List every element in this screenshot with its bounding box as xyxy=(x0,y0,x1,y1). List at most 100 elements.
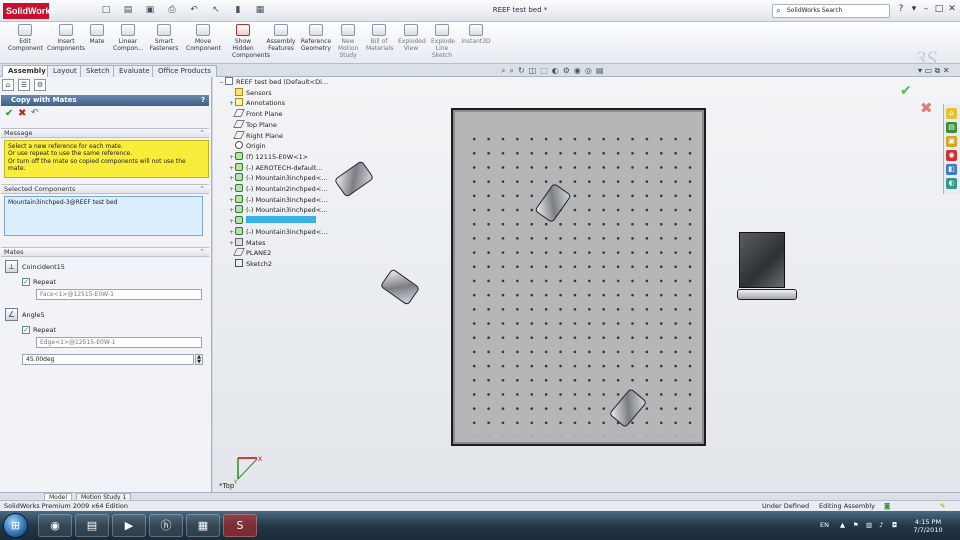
maximize-button[interactable]: □ xyxy=(933,4,945,14)
mates-header[interactable]: Mates ⌃ xyxy=(1,247,209,257)
tray-app-icon[interactable]: ◘ xyxy=(892,521,897,529)
bom-button[interactable]: Bill of Materials xyxy=(366,24,394,52)
resources-icon[interactable]: ⌂ xyxy=(946,108,957,119)
solidworks-logo[interactable]: SolidWorks xyxy=(3,3,55,19)
tree-item[interactable]: + (-) Mountain3inchped<... xyxy=(229,226,327,237)
help-icon[interactable]: ? xyxy=(201,95,205,106)
select-icon[interactable]: ↖ xyxy=(210,5,222,15)
show-hidden-button[interactable]: Show Hidden Components xyxy=(232,24,270,59)
tray-arrow-icon[interactable]: ▲ xyxy=(840,521,845,529)
property-manager-icon[interactable]: ☰ xyxy=(18,79,30,91)
network-tray-icon[interactable]: ▥ xyxy=(866,521,872,529)
angle-spinner[interactable]: ▲ ▼ xyxy=(195,354,203,365)
rebuild-status-icon[interactable]: ◙ xyxy=(884,501,890,511)
quick-tips-icon[interactable]: ✎ xyxy=(940,501,945,511)
clock[interactable]: 4:15 PM 7/7/2010 xyxy=(908,518,948,534)
ie-icon[interactable]: ◉ xyxy=(38,514,72,537)
undo-icon[interactable]: ↶ xyxy=(31,108,39,118)
solidworks-icon[interactable]: S xyxy=(223,514,257,537)
design-library-icon[interactable]: ▤ xyxy=(946,122,957,133)
hp-icon[interactable]: ⓗ xyxy=(149,514,183,537)
tree-item[interactable]: Top Plane xyxy=(229,119,277,130)
confirm-cancel-icon[interactable]: ✖ xyxy=(920,99,933,117)
network-icon[interactable]: ▦ xyxy=(186,514,220,537)
minimize-button[interactable]: – xyxy=(920,4,932,14)
mate-reference-field[interactable]: Face<1>@12515-E0W-1 xyxy=(36,289,202,300)
cancel-x-icon[interactable]: ✖ xyxy=(18,108,26,119)
tree-item[interactable]: + (-) AEROTECH-default... xyxy=(229,162,323,173)
coincident-mate-icon[interactable]: ⟂ xyxy=(5,260,18,273)
mount-component[interactable] xyxy=(379,268,421,306)
new-document-icon[interactable]: □ xyxy=(100,5,112,15)
tab-assembly[interactable]: Assembly xyxy=(2,65,52,77)
help-dropdown-icon[interactable]: ▾ xyxy=(908,4,920,14)
edit-component-button[interactable]: Edit Component xyxy=(8,24,43,52)
collapse-icon[interactable]: ⌃ xyxy=(199,185,205,194)
instant3d-button[interactable]: Instant3D xyxy=(461,24,491,45)
message-header[interactable]: Message ⌃ xyxy=(1,128,209,138)
appearances-icon[interactable]: ◐ xyxy=(946,178,957,189)
tree-item[interactable]: + (-) Mountain3inchped<... xyxy=(229,173,327,183)
exploded-view-button[interactable]: Exploded View xyxy=(398,24,426,52)
tree-item[interactable]: + (f) 12115-E0W<1> xyxy=(229,151,308,162)
tree-item[interactable]: + (-) Mountain2inchped<... xyxy=(229,184,327,194)
mate-reference-field[interactable]: Edge<1>@12515-E0W-1 xyxy=(36,337,202,348)
move-component-button[interactable]: Move Component xyxy=(186,24,221,52)
selected-components-list[interactable]: Mountain3inchped-3@REEF test bed xyxy=(4,196,203,236)
graphics-area[interactable]: ⌕⌕↻◫⬚◐⚙◉◎▤ − REEF test bed (Default<Di...… xyxy=(213,66,960,492)
tree-item[interactable]: Sensors xyxy=(229,87,272,98)
aerotech-stage-component[interactable] xyxy=(739,232,785,288)
tab-evaluate[interactable]: Evaluate xyxy=(113,65,156,77)
tree-item[interactable]: Right Plane xyxy=(229,130,283,141)
start-button[interactable]: ⊞ xyxy=(3,513,28,538)
tree-item[interactable]: Front Plane xyxy=(229,109,282,119)
tree-item[interactable]: + (-) Mountain3inchped<... xyxy=(229,194,327,205)
collapse-icon[interactable]: ⌃ xyxy=(199,248,205,257)
tree-item[interactable]: Sketch2 xyxy=(229,258,272,269)
mount-component[interactable] xyxy=(333,160,375,198)
smart-fasteners-button[interactable]: Smart Fasteners xyxy=(148,24,180,52)
tree-item[interactable]: + Mates xyxy=(229,237,266,248)
media-player-icon[interactable]: ▶ xyxy=(112,514,146,537)
angle-value-field[interactable]: 45.00deg xyxy=(22,354,194,365)
search-results-icon[interactable]: ◉ xyxy=(946,150,957,161)
help-icon[interactable]: ? xyxy=(895,4,907,14)
angle-mate-icon[interactable]: ∠ xyxy=(5,308,18,321)
linear-pattern-button[interactable]: Linear Compon... xyxy=(113,24,144,52)
options-icon[interactable]: ▦ xyxy=(254,5,266,15)
tab-sketch[interactable]: Sketch xyxy=(80,65,116,77)
open-icon[interactable]: ▤ xyxy=(122,5,134,15)
tab-office-products[interactable]: Office Products xyxy=(152,65,217,77)
print-icon[interactable]: ⎙ xyxy=(166,5,178,15)
close-button[interactable]: ✕ xyxy=(946,4,958,14)
language-indicator[interactable]: EN xyxy=(820,521,829,529)
tree-item[interactable]: PLANE2 xyxy=(229,248,271,258)
save-icon[interactable]: ▣ xyxy=(144,5,156,15)
heads-up-view-toolbar[interactable]: ⌕⌕↻◫⬚◐⚙◉◎▤ xyxy=(501,66,607,76)
mate-button[interactable]: Mate xyxy=(87,24,107,45)
confirm-ok-icon[interactable]: ✔ xyxy=(900,83,912,99)
viewport-window-controls-icon[interactable]: ▾ ▭ ⧉ ✕ xyxy=(918,66,950,76)
view-palette-icon[interactable]: ◧ xyxy=(946,164,957,175)
stage-actuator-component[interactable] xyxy=(737,289,797,300)
repeat-checkbox[interactable]: ✓ xyxy=(22,326,30,334)
file-explorer-icon[interactable]: ▣ xyxy=(946,136,957,147)
motion-study-button[interactable]: New Motion Study xyxy=(338,24,358,59)
tree-item[interactable]: − REEF test bed (Default<Di... xyxy=(219,77,328,87)
repeat-checkbox[interactable]: ✓ xyxy=(22,278,30,286)
tree-item[interactable]: + xyxy=(229,216,316,226)
reference-geometry-button[interactable]: Reference Geometry xyxy=(300,24,332,52)
tree-item[interactable]: + (-) Mountain3inchped<... xyxy=(229,205,327,215)
list-item[interactable]: Mountain3inchped-3@REEF test bed xyxy=(8,199,199,206)
explode-line-button[interactable]: Explode Line Sketch xyxy=(431,24,455,59)
flag-icon[interactable]: ⚑ xyxy=(853,521,859,529)
collapse-icon[interactable]: ⌃ xyxy=(199,129,205,138)
selected-components-header[interactable]: Selected Components ⌃ xyxy=(1,184,209,194)
config-manager-icon[interactable]: ⚙ xyxy=(34,79,46,91)
explorer-icon[interactable]: ▤ xyxy=(75,514,109,537)
breadboard-plate[interactable] xyxy=(451,108,706,446)
ok-check-icon[interactable]: ✔ xyxy=(5,108,13,119)
search-input[interactable]: ⌕ SolidWorks Search xyxy=(772,4,890,18)
tree-item[interactable]: + Annotations xyxy=(229,98,285,108)
volume-icon[interactable]: ♪ xyxy=(879,521,883,529)
